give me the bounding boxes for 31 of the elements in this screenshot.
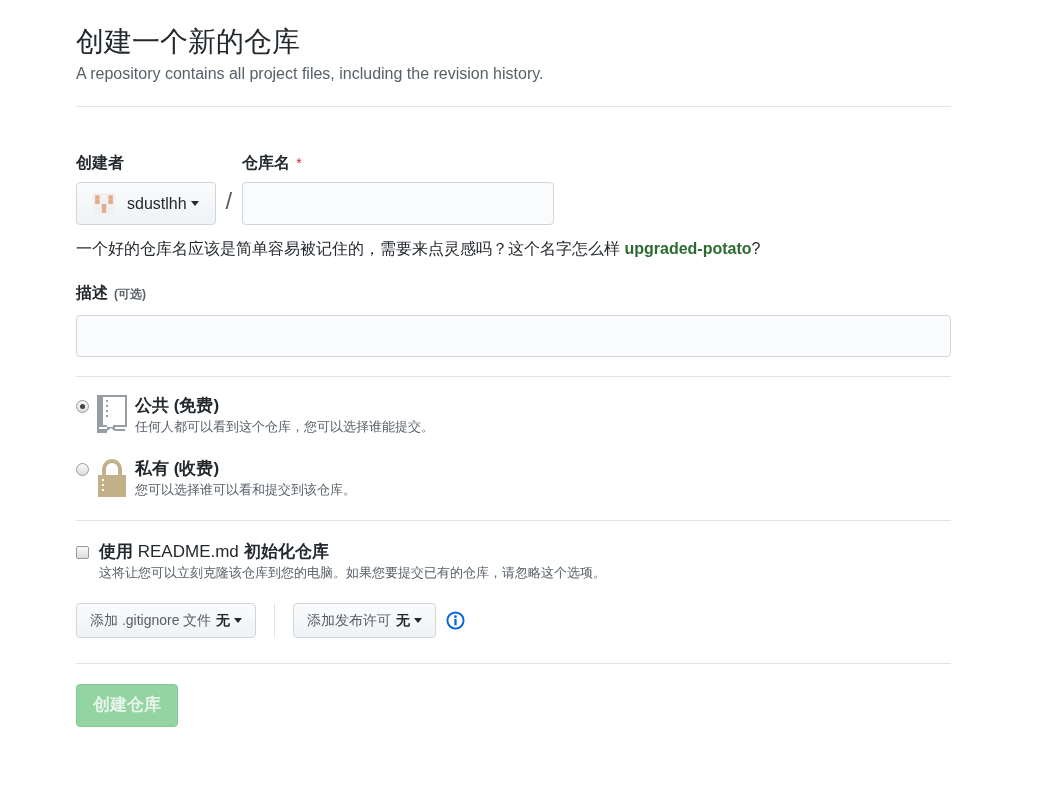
visibility-title: 私有 (收费) (135, 457, 221, 480)
radio-button[interactable] (76, 400, 89, 413)
readme-detail: 这将让您可以立刻克隆该仓库到您的电脑。如果您要提交已有的仓库，请忽略这个选项。 (99, 564, 606, 582)
separator-slash: / (225, 186, 233, 216)
readme-checkbox[interactable] (76, 546, 89, 559)
visibility-title: 公共 (免费) (135, 395, 221, 417)
caret-icon (414, 617, 423, 623)
radio-button[interactable] (76, 462, 89, 476)
required-mark: * (296, 153, 302, 173)
description-input[interactable] (76, 315, 951, 357)
select-dropdown[interactable]: 添加发布许可 无 (293, 602, 437, 638)
owner-dropdown[interactable]: sdustlhh (76, 182, 216, 225)
select-dropdown[interactable]: 添加 .gitignore 文件 无 (76, 602, 257, 638)
suggestion-link[interactable]: upgraded-potato (624, 240, 752, 257)
visibility-detail: 任何人都可以看到这个仓库，您可以选择谁能提交。 (135, 418, 434, 436)
info-icon[interactable] (446, 610, 466, 630)
visibility-detail: 您可以选择谁可以看和提交到该仓库。 (135, 480, 356, 499)
description-label: 描述 (76, 283, 108, 303)
optional-note: (可选) (114, 286, 146, 303)
page-title: 创建一个新的仓库 (76, 25, 301, 59)
readme-title: 使用 README.md 初始化仓库 (99, 541, 330, 563)
repo-name-label: 仓库名 (242, 153, 291, 173)
book-icon (97, 395, 127, 435)
caret-icon (234, 617, 243, 623)
name-suggestion: 一个好的仓库名应该是简单容易被记住的，需要来点灵感吗？这个名字怎么样 upgraded-potato? (76, 239, 762, 259)
lock-icon (97, 457, 127, 498)
page-subtitle: A repository contains all project files, including the revision history. (76, 64, 545, 84)
owner-label: 创建者 (76, 153, 125, 173)
repo-name-input[interactable] (242, 182, 555, 225)
avatar-icon (93, 192, 115, 215)
caret-icon (190, 201, 199, 206)
